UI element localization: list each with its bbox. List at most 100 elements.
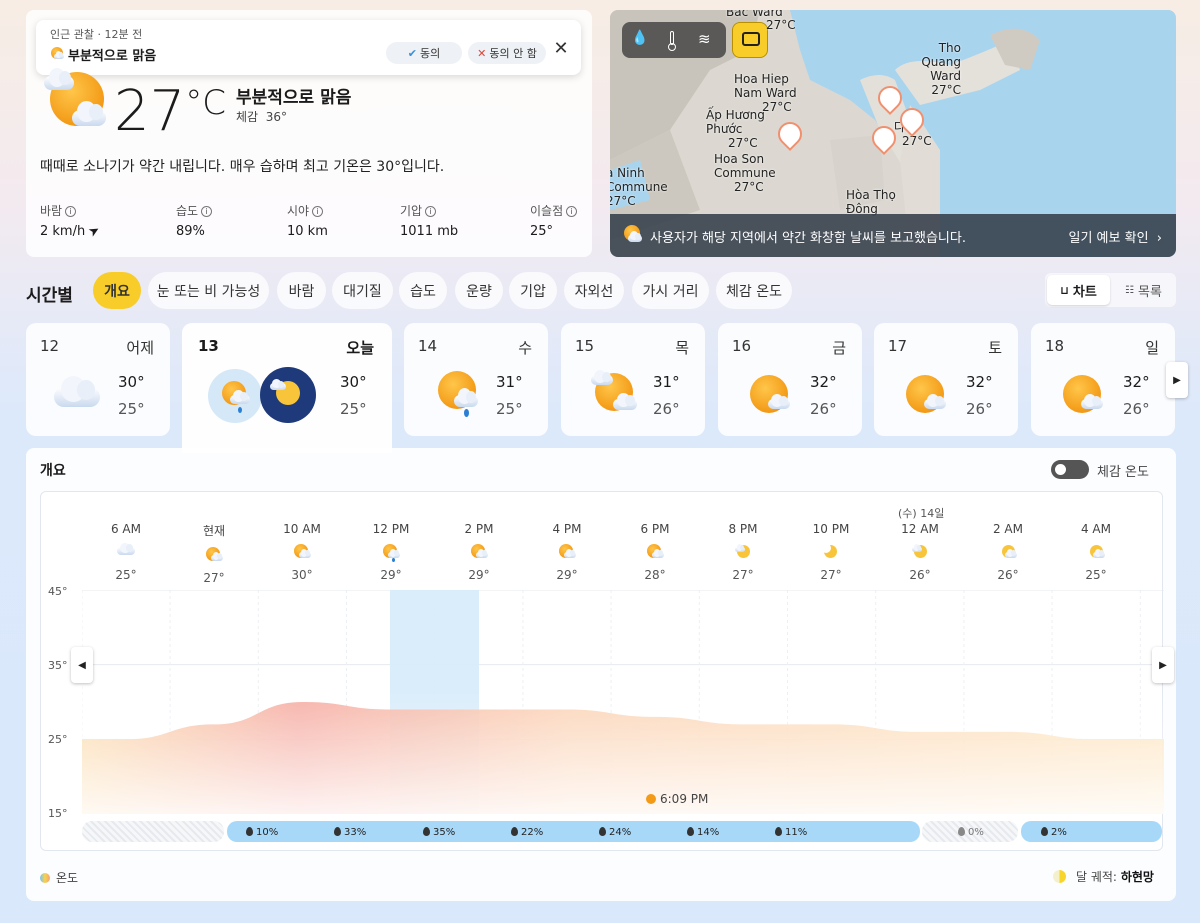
tab-precipitation[interactable]: 눈 또는 비 가능성 bbox=[148, 272, 269, 309]
drop-icon bbox=[775, 827, 782, 836]
hour-column: 2 PM 29° bbox=[464, 522, 494, 582]
arrow-right-icon: ▶ bbox=[1173, 374, 1181, 386]
day-card[interactable]: 15 목 31° 26° bbox=[561, 323, 705, 436]
tab-air-quality[interactable]: 대기질 bbox=[332, 272, 393, 309]
user-report-bar[interactable]: 사용자가 해당 지역에서 약간 화창함 날씨를 보고했습니다. 일기 예보 확인… bbox=[610, 214, 1176, 257]
observation-title: 부분적으로 맑음 bbox=[68, 49, 157, 64]
tab-wind[interactable]: 바람 bbox=[277, 272, 326, 309]
info-icon[interactable]: i bbox=[201, 206, 213, 217]
tab-overview[interactable]: 개요 bbox=[93, 272, 141, 309]
chart-next-button[interactable]: ▶ bbox=[1152, 647, 1174, 683]
precip-value: 0% bbox=[958, 827, 984, 838]
drop-icon bbox=[246, 827, 253, 836]
map-label-hoa-son: Hoa Son Commune 27°C bbox=[714, 152, 776, 194]
temperature-layer-icon[interactable] bbox=[664, 29, 680, 51]
hour-column: 6 PM 28° bbox=[640, 522, 670, 582]
wind-layer-icon[interactable]: ≋ bbox=[698, 30, 711, 48]
overview-title: 개요 bbox=[40, 463, 66, 479]
day-card[interactable]: 14 수 31° 25° bbox=[404, 323, 548, 436]
day-card[interactable]: 12 어제 30° 25° bbox=[26, 323, 170, 436]
chart-icon: ⊔ bbox=[1060, 283, 1069, 297]
stat-humidity: 습도 i 89% bbox=[176, 202, 213, 239]
sunset-icon bbox=[646, 794, 656, 804]
precip-value: 33% bbox=[334, 827, 366, 838]
info-icon[interactable]: i bbox=[425, 206, 437, 217]
cloud-icon bbox=[54, 375, 102, 409]
temperature-legend-icon bbox=[40, 873, 50, 883]
rain-sun-icon bbox=[208, 369, 262, 423]
rain-sun-icon bbox=[436, 369, 484, 417]
tab-cloud-cover[interactable]: 운량 bbox=[455, 272, 503, 309]
stat-pressure: 기압 i 1011 mb bbox=[400, 204, 459, 239]
weather-map[interactable]: 💧 ≋ Bac Ward 27°C Tho Quang Ward 27°C Hoa … bbox=[610, 10, 1176, 257]
drop-icon bbox=[334, 827, 341, 836]
hour-column: 10 AM 30° bbox=[283, 522, 321, 582]
map-label-hoa-tho-dong: Hòa Thọ Đông bbox=[846, 188, 896, 216]
precip-bar bbox=[227, 821, 920, 842]
map-label-a-ninh: a Ninh Commune27°C bbox=[610, 166, 668, 208]
disagree-button[interactable]: ✕ 동의 안 함 bbox=[468, 42, 546, 64]
wind-direction-icon: ➤ bbox=[86, 222, 104, 241]
hour-column: 2 AM 26° bbox=[992, 522, 1023, 582]
map-layer-toolbar: 💧 ≋ bbox=[622, 22, 726, 58]
drop-icon bbox=[599, 827, 606, 836]
partly-sunny-icon bbox=[1061, 375, 1107, 415]
map-label-tho-quang: Tho Quang Ward 27°C bbox=[921, 41, 961, 97]
next-day-label: (수) 14일 bbox=[898, 507, 945, 520]
current-temperature: 27°C bbox=[114, 79, 227, 144]
day-card[interactable]: 16 금 32° 26° bbox=[718, 323, 862, 436]
forecast-link[interactable]: 일기 예보 확인 › bbox=[1069, 227, 1163, 246]
day-card[interactable]: 18 일 32° 26° bbox=[1031, 323, 1175, 436]
partly-sunny-icon bbox=[558, 543, 576, 561]
moon-phase: 달 궤적: 하현망 bbox=[1053, 868, 1154, 885]
info-icon[interactable]: i bbox=[312, 206, 324, 217]
info-icon[interactable]: i bbox=[566, 206, 578, 217]
hourly-title: 시간별 bbox=[26, 286, 73, 306]
list-view-button[interactable]: ☷ 목록 bbox=[1113, 275, 1174, 305]
precipitation-layer-icon[interactable]: 💧 bbox=[630, 30, 650, 50]
partly-sunny-icon bbox=[50, 46, 64, 60]
hour-column: 12 AM 26° bbox=[901, 522, 939, 582]
tab-visibility[interactable]: 가시 거리 bbox=[632, 272, 709, 309]
tab-feels-like[interactable]: 체감 온도 bbox=[716, 272, 792, 309]
toggle-knob bbox=[1055, 464, 1066, 475]
close-popup-button[interactable]: ✕ bbox=[550, 38, 572, 60]
day-card[interactable]: 17 토 32° 26° bbox=[874, 323, 1018, 436]
chart-view-button[interactable]: ⊔ 차트 bbox=[1047, 275, 1110, 305]
days-next-button[interactable]: ▶ bbox=[1166, 362, 1188, 398]
close-icon: ✕ bbox=[553, 38, 569, 59]
tab-pressure[interactable]: 기압 bbox=[509, 272, 557, 309]
partly-sunny-icon bbox=[622, 224, 642, 244]
precip-empty-bar bbox=[82, 821, 224, 842]
moon-cloud-icon bbox=[999, 543, 1017, 561]
moon-cloud-icon bbox=[734, 543, 752, 561]
moon-cloud-icon bbox=[260, 367, 316, 423]
moon-cloud-icon bbox=[911, 543, 929, 561]
stat-dewpoint: 이슬점 i 25° bbox=[530, 202, 578, 239]
partly-sunny-icon bbox=[205, 546, 223, 564]
hour-column: 6 AM 25° bbox=[110, 522, 141, 582]
info-icon[interactable]: i bbox=[65, 206, 77, 217]
chart-prev-button[interactable]: ◀ bbox=[71, 647, 93, 683]
map-label-ap-huong-phuoc: Ấp Hương Phước 27°C bbox=[706, 108, 765, 150]
hour-column: 12 PM 29° bbox=[372, 522, 410, 582]
user-report-text: 사용자가 해당 지역에서 약간 화창함 날씨를 보고했습니다. bbox=[650, 231, 966, 246]
sunset-label: 6:09 PM bbox=[646, 792, 708, 806]
check-icon: ✔ bbox=[407, 46, 417, 60]
partly-sunny-icon bbox=[293, 543, 311, 561]
partly-sunny-icon bbox=[470, 543, 488, 561]
tab-uv[interactable]: 자외선 bbox=[564, 272, 624, 309]
arrow-right-icon: ▶ bbox=[1159, 659, 1167, 671]
tab-humidity[interactable]: 습도 bbox=[399, 272, 447, 309]
feels-like-toggle[interactable] bbox=[1051, 460, 1089, 479]
stat-visibility: 시야 i 10 km bbox=[287, 204, 328, 239]
agree-button[interactable]: ✔ 동의 bbox=[386, 42, 462, 64]
drop-icon bbox=[958, 827, 965, 836]
drop-icon bbox=[687, 827, 694, 836]
chat-bubble-icon bbox=[742, 32, 760, 46]
precip-value: 10% bbox=[246, 827, 278, 838]
day-card-today[interactable]: 13 오늘 30° 25° bbox=[182, 323, 392, 453]
precip-value: 24% bbox=[599, 827, 631, 838]
feels-like-toggle-label: 체감 온도 bbox=[1097, 465, 1149, 480]
drop-icon bbox=[1041, 827, 1048, 836]
